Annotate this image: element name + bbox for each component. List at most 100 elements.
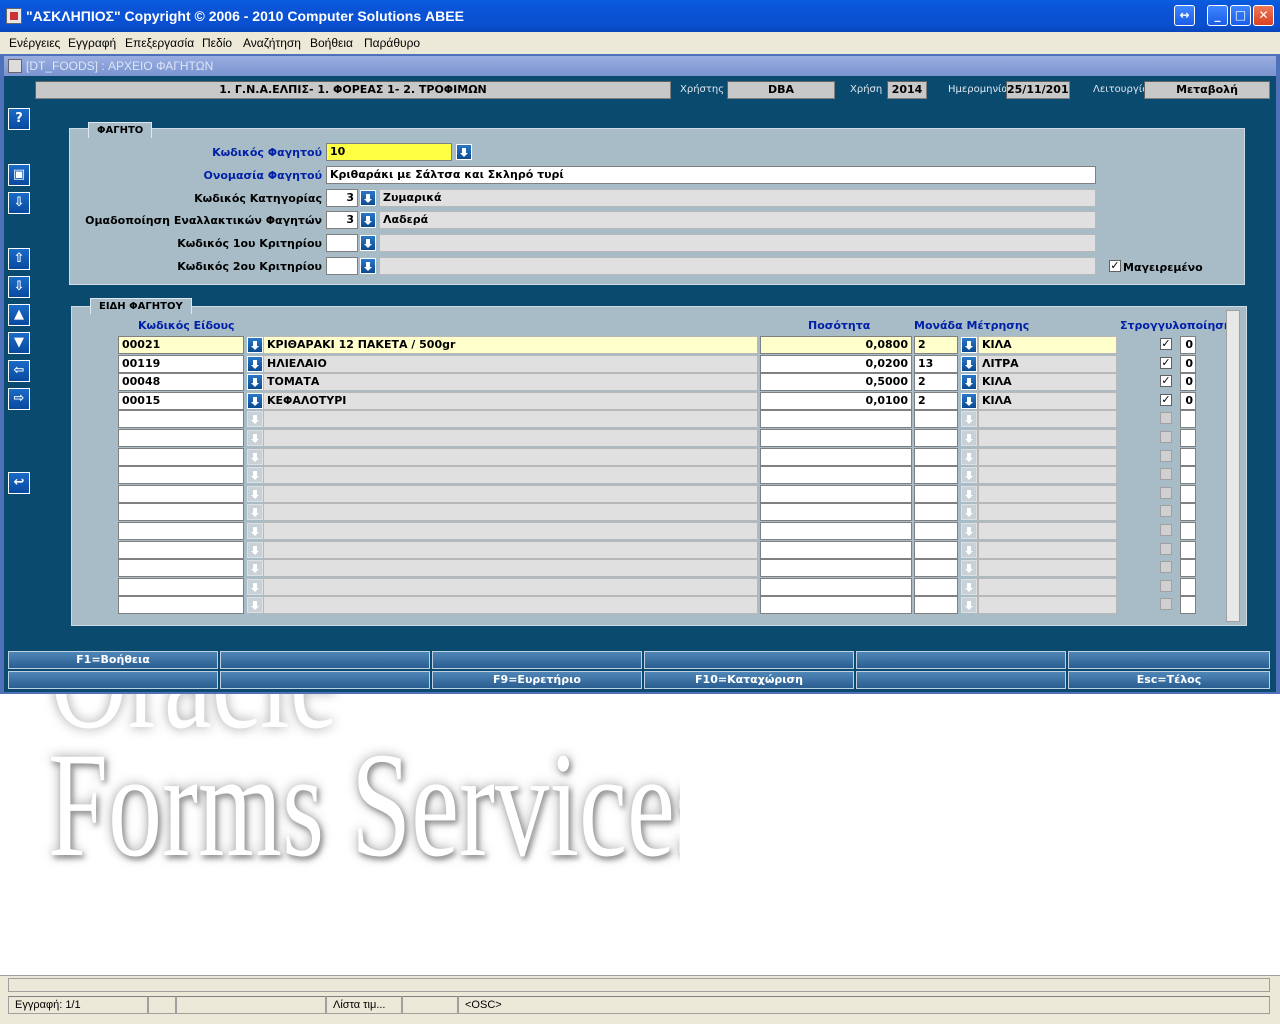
item-lov-icon[interactable] xyxy=(247,430,263,446)
item-quantity-input[interactable] xyxy=(760,410,912,428)
category-code-input[interactable]: 3 xyxy=(326,189,358,207)
item-quantity-input[interactable] xyxy=(760,559,912,577)
key-slot-2-5[interactable] xyxy=(856,671,1066,689)
unit-code-input[interactable] xyxy=(914,429,958,447)
item-lov-icon[interactable] xyxy=(247,393,263,409)
menu-search[interactable]: Αναζήτηση xyxy=(243,36,301,50)
crit2-code-input[interactable] xyxy=(326,257,358,275)
last-record-icon[interactable]: ⇩ xyxy=(8,276,30,298)
unit-lov-icon[interactable] xyxy=(961,356,977,372)
key-slot-1-4[interactable] xyxy=(644,651,854,669)
help-button[interactable]: ? xyxy=(8,108,30,130)
item-code-input[interactable] xyxy=(118,559,244,577)
item-lov-icon[interactable] xyxy=(247,411,263,427)
unit-code-input[interactable] xyxy=(914,410,958,428)
unit-code-input[interactable] xyxy=(914,541,958,559)
next-record-icon[interactable]: ▼ xyxy=(8,332,30,354)
f9-index-button[interactable]: F9=Ευρετήριο xyxy=(432,671,642,689)
item-lov-icon[interactable] xyxy=(247,486,263,502)
key-slot-1-5[interactable] xyxy=(856,651,1066,669)
unit-lov-icon[interactable] xyxy=(961,597,977,613)
prev-block-icon[interactable]: ⇦ xyxy=(8,360,30,382)
food-code-input[interactable]: 10 xyxy=(326,143,452,161)
menu-field[interactable]: Πεδίο xyxy=(202,36,232,50)
unit-code-input[interactable] xyxy=(914,522,958,540)
item-code-input[interactable]: 00048 xyxy=(118,373,244,391)
minimize-icon[interactable]: _ xyxy=(1207,5,1228,26)
crit2-lov-icon[interactable] xyxy=(360,258,376,274)
rounding-value-input[interactable] xyxy=(1180,485,1196,503)
f10-commit-button[interactable]: F10=Καταχώριση xyxy=(644,671,854,689)
key-slot-1-3[interactable] xyxy=(432,651,642,669)
unit-code-input[interactable]: 2 xyxy=(914,373,958,391)
rounding-checkbox[interactable] xyxy=(1160,580,1172,592)
item-lov-icon[interactable] xyxy=(247,542,263,558)
unit-lov-icon[interactable] xyxy=(961,542,977,558)
download-icon[interactable]: ⇩ xyxy=(8,192,30,214)
item-quantity-input[interactable] xyxy=(760,429,912,447)
group-lov-icon[interactable] xyxy=(360,212,376,228)
item-quantity-input[interactable] xyxy=(760,466,912,484)
rounding-value-input[interactable]: 0 xyxy=(1180,355,1196,373)
unit-code-input[interactable] xyxy=(914,466,958,484)
food-name-input[interactable]: Κριθαράκι με Σάλτσα και Σκληρό τυρί xyxy=(326,166,1096,184)
key-slot-1-6[interactable] xyxy=(1068,651,1270,669)
first-record-icon[interactable]: ⇧ xyxy=(8,248,30,270)
unit-code-input[interactable]: 2 xyxy=(914,336,958,354)
item-quantity-input[interactable] xyxy=(760,541,912,559)
next-block-icon[interactable]: ⇨ xyxy=(8,388,30,410)
item-quantity-input[interactable] xyxy=(760,485,912,503)
rounding-checkbox[interactable] xyxy=(1160,450,1172,462)
rounding-checkbox[interactable] xyxy=(1160,412,1172,424)
rounding-checkbox[interactable]: ✓ xyxy=(1160,394,1172,406)
unit-lov-icon[interactable] xyxy=(961,579,977,595)
save-icon[interactable]: ▣ xyxy=(8,164,30,186)
unit-lov-icon[interactable] xyxy=(961,374,977,390)
key-slot-2-1[interactable] xyxy=(8,671,218,689)
unit-lov-icon[interactable] xyxy=(961,449,977,465)
menu-window[interactable]: Παράθυρο xyxy=(364,36,420,50)
rounding-checkbox[interactable] xyxy=(1160,487,1172,499)
unit-lov-icon[interactable] xyxy=(961,560,977,576)
unit-lov-icon[interactable] xyxy=(961,523,977,539)
crit1-lov-icon[interactable] xyxy=(360,235,376,251)
item-code-input[interactable] xyxy=(118,410,244,428)
rounding-value-input[interactable] xyxy=(1180,578,1196,596)
rounding-checkbox[interactable] xyxy=(1160,505,1172,517)
rounding-value-input[interactable] xyxy=(1180,522,1196,540)
item-code-input[interactable] xyxy=(118,448,244,466)
rounding-value-input[interactable]: 0 xyxy=(1180,336,1196,354)
item-code-input[interactable] xyxy=(118,578,244,596)
undo-icon[interactable]: ↩ xyxy=(8,472,30,494)
item-quantity-input[interactable] xyxy=(760,503,912,521)
item-code-input[interactable] xyxy=(118,485,244,503)
prev-record-icon[interactable]: ▲ xyxy=(8,304,30,326)
item-lov-icon[interactable] xyxy=(247,356,263,372)
item-lov-icon[interactable] xyxy=(247,337,263,353)
item-quantity-input[interactable] xyxy=(760,448,912,466)
item-code-input[interactable] xyxy=(118,596,244,614)
cooked-checkbox[interactable]: ✓ xyxy=(1109,260,1121,272)
unit-lov-icon[interactable] xyxy=(961,411,977,427)
item-lov-icon[interactable] xyxy=(247,579,263,595)
item-lov-icon[interactable] xyxy=(247,560,263,576)
menu-record[interactable]: Εγγραφή xyxy=(68,36,116,50)
item-code-input[interactable] xyxy=(118,429,244,447)
rounding-checkbox[interactable] xyxy=(1160,468,1172,480)
item-code-input[interactable] xyxy=(118,503,244,521)
items-scrollbar[interactable] xyxy=(1226,310,1240,622)
maximize-icon[interactable]: □ xyxy=(1230,5,1251,26)
item-quantity-input[interactable] xyxy=(760,522,912,540)
item-code-input[interactable] xyxy=(118,541,244,559)
esc-exit-button[interactable]: Esc=Τέλος xyxy=(1068,671,1270,689)
item-quantity-input[interactable]: 0,0100 xyxy=(760,392,912,410)
crit1-code-input[interactable] xyxy=(326,234,358,252)
rounding-value-input[interactable] xyxy=(1180,559,1196,577)
unit-lov-icon[interactable] xyxy=(961,337,977,353)
item-code-input[interactable]: 00119 xyxy=(118,355,244,373)
item-quantity-input[interactable]: 0,5000 xyxy=(760,373,912,391)
unit-code-input[interactable] xyxy=(914,485,958,503)
item-lov-icon[interactable] xyxy=(247,374,263,390)
rounding-value-input[interactable] xyxy=(1180,429,1196,447)
item-quantity-input[interactable] xyxy=(760,596,912,614)
